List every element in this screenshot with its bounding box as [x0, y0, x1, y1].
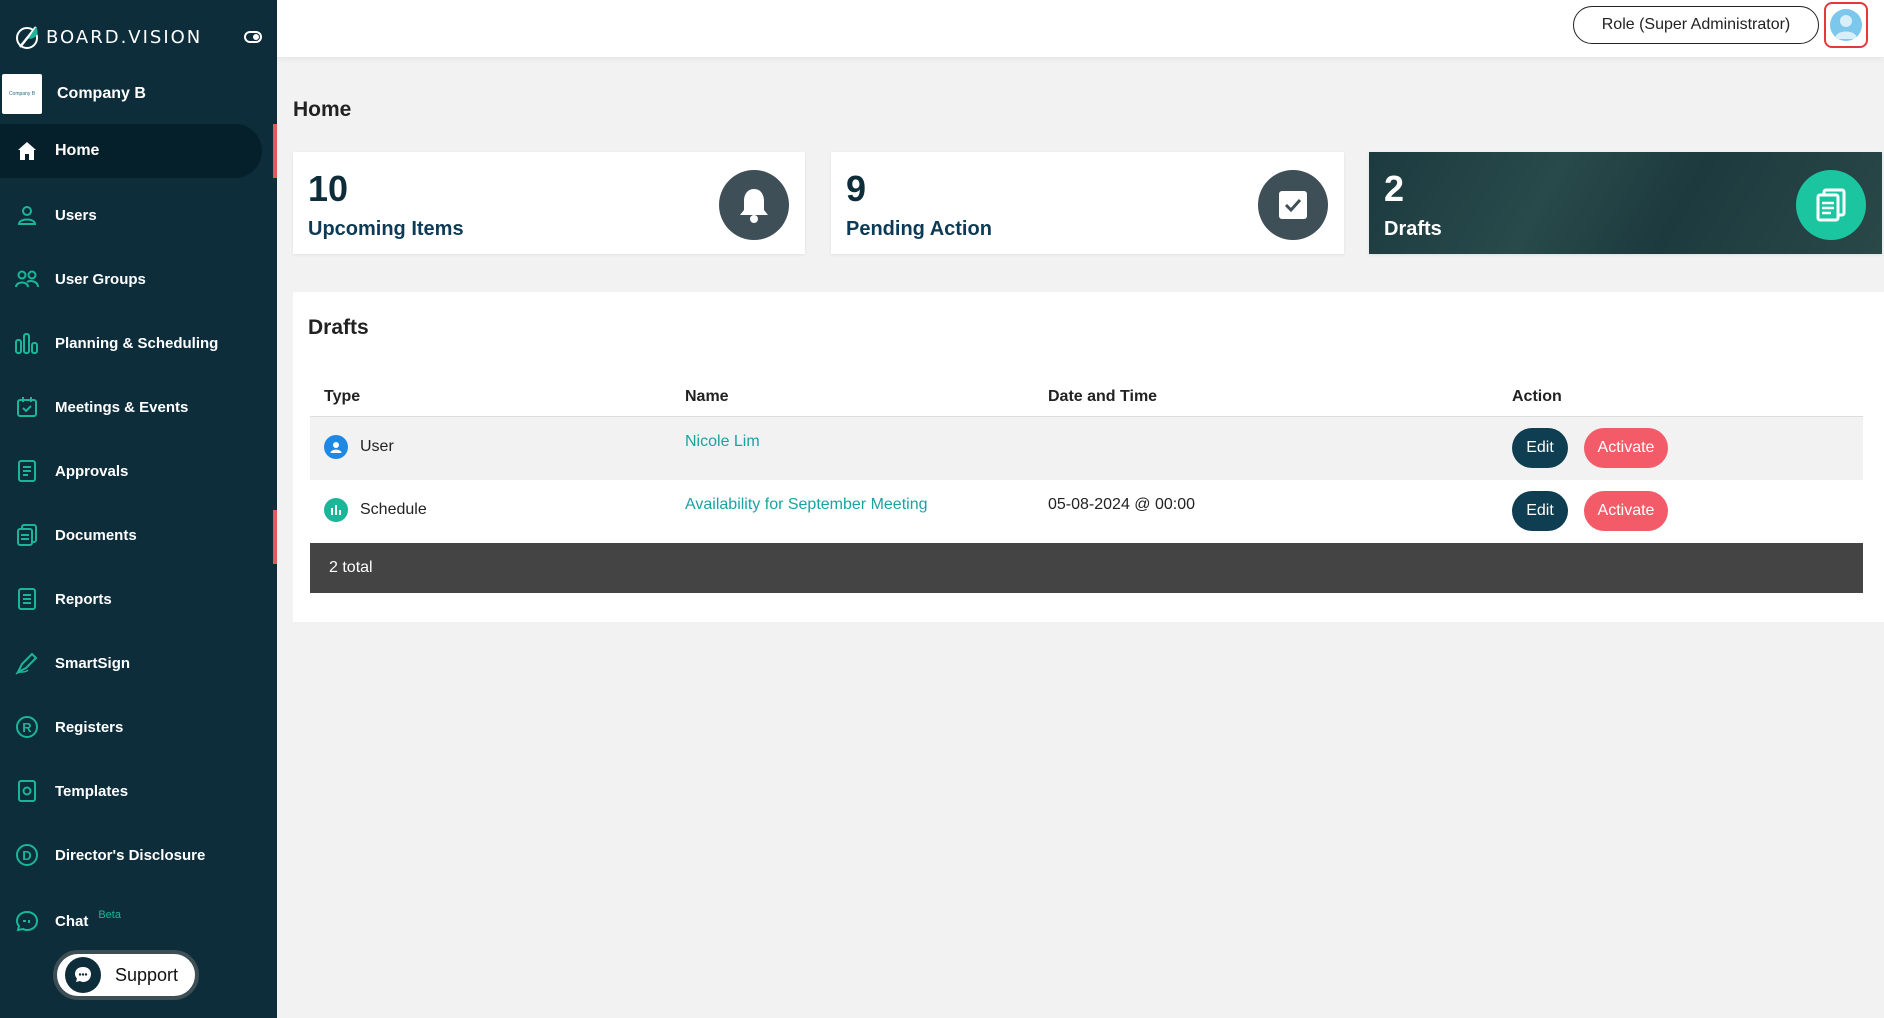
brand-name: BOARD.VISION [46, 26, 203, 48]
sidebar-item-label: Reports [55, 590, 112, 608]
edit-button[interactable]: Edit [1512, 491, 1568, 531]
type-cell: Schedule [324, 498, 427, 522]
sidebar-item-label: User Groups [55, 270, 146, 288]
pending-action-card[interactable]: 9 Pending Action [831, 152, 1344, 254]
company-logo: Company B [2, 74, 42, 114]
column-name: Name [685, 388, 729, 405]
documents-icon [14, 522, 40, 548]
active-marker [273, 510, 277, 564]
beta-badge: Beta [98, 909, 121, 921]
sidebar-item-label: Director's Disclosure [55, 846, 206, 864]
sidebar-item-label: SmartSign [55, 654, 131, 672]
edit-button[interactable]: Edit [1512, 428, 1568, 468]
profile-button[interactable] [1824, 2, 1868, 48]
sidebar-toggle[interactable] [244, 31, 262, 43]
drafts-panel: Drafts Type Name Date and Time Action Us… [293, 292, 1884, 622]
sidebar-item-label: Documents [55, 526, 137, 544]
sidebar-item-registers[interactable]: R Registers [0, 700, 262, 754]
card-label: Drafts [1384, 218, 1442, 240]
topbar: Role (Super Administrator) [277, 0, 1884, 57]
draft-name-link[interactable]: Nicole Lim [685, 433, 760, 451]
sidebar-item-label: Meetings & Events [55, 398, 189, 416]
sidebar-item-directors-disclosure[interactable]: D Director's Disclosure [0, 828, 262, 882]
type-label: User [360, 438, 394, 456]
type-cell: User [324, 435, 394, 459]
sidebar-item-smartsign[interactable]: SmartSign [0, 636, 262, 690]
sidebar-item-documents[interactable]: Documents [0, 508, 262, 562]
datetime-cell: 05-08-2024 @ 00:00 [1048, 496, 1196, 513]
sidebar-item-label: Registers [55, 718, 124, 736]
card-count: 9 [846, 168, 867, 209]
user-circle-icon [324, 435, 348, 459]
drafts-title: Drafts [308, 316, 369, 339]
svg-text:D: D [22, 848, 31, 863]
support-button[interactable]: Support [53, 950, 199, 1000]
column-type: Type [324, 388, 361, 405]
bell-icon [719, 170, 789, 240]
user-icon [14, 202, 40, 228]
sidebar-item-planning-scheduling[interactable]: Planning & Scheduling [0, 316, 262, 370]
brand-logo[interactable]: BOARD.VISION [14, 20, 202, 54]
sidebar-item-user-groups[interactable]: User Groups [0, 252, 262, 306]
approval-document-icon [14, 458, 40, 484]
drafts-table: Type Name Date and Time Action User Nico… [310, 374, 1863, 593]
template-icon [14, 778, 40, 804]
leaf-feather-icon [16, 26, 38, 49]
sidebar-item-meetings-events[interactable]: Meetings & Events [0, 380, 262, 434]
chat-bubble-icon [14, 908, 40, 934]
sidebar-item-templates[interactable]: Templates [0, 764, 262, 818]
company-name: Company B [57, 85, 146, 102]
upcoming-items-card[interactable]: 10 Upcoming Items [293, 152, 805, 254]
svg-text:R: R [22, 720, 32, 735]
report-list-icon [14, 586, 40, 612]
card-count: 10 [308, 168, 349, 209]
company-switcher[interactable]: Company B Company B [2, 74, 146, 114]
drafts-icon [1796, 170, 1866, 240]
sidebar-item-chat[interactable]: Chat Beta [0, 894, 262, 948]
page-title: Home [293, 98, 352, 121]
home-icon [14, 138, 40, 164]
sidebar-item-home[interactable]: Home [0, 124, 262, 178]
active-marker [273, 124, 277, 178]
role-button[interactable]: Role (Super Administrator) [1573, 6, 1819, 44]
activate-button[interactable]: Activate [1584, 428, 1668, 468]
type-label: Schedule [360, 501, 427, 519]
user-avatar-icon [1830, 9, 1862, 41]
sidebar-item-reports[interactable]: Reports [0, 572, 262, 626]
table-row: User Nicole Lim Edit Activate [310, 417, 1863, 480]
activate-button[interactable]: Activate [1584, 491, 1668, 531]
table-footer: 2 total [310, 543, 1863, 593]
column-action: Action [1512, 388, 1562, 405]
table-row: Schedule Availability for September Meet… [310, 480, 1863, 543]
total-count: 2 total [329, 559, 373, 576]
column-date-time: Date and Time [1048, 388, 1158, 405]
schedule-chart-icon [324, 498, 348, 522]
registered-r-icon: R [14, 714, 40, 740]
sidebar-item-approvals[interactable]: Approvals [0, 444, 262, 498]
sidebar-item-label: Approvals [55, 462, 129, 480]
support-chat-icon [65, 957, 101, 993]
draft-name-link[interactable]: Availability for September Meeting [685, 496, 928, 514]
drafts-card[interactable]: 2 Drafts [1369, 152, 1882, 254]
calendar-check-icon [14, 394, 40, 420]
user-group-icon [14, 266, 40, 292]
sidebar-item-users[interactable]: Users [0, 188, 262, 242]
bar-chart-icon [14, 330, 40, 356]
checkbox-icon [1258, 170, 1328, 240]
sidebar-item-label: Home [55, 142, 100, 159]
card-label: Upcoming Items [308, 218, 464, 240]
support-label: Support [115, 964, 179, 985]
sidebar-item-label: Chat [55, 912, 89, 930]
card-label: Pending Action [846, 218, 992, 240]
card-count: 2 [1384, 168, 1405, 209]
sidebar-item-label: Users [55, 206, 97, 224]
sidebar-item-label: Planning & Scheduling [55, 334, 219, 352]
pen-icon [14, 650, 40, 676]
sidebar-item-label: Templates [55, 782, 129, 800]
disclosure-d-icon: D [14, 842, 40, 868]
sidebar: BOARD.VISION Company B Company B Home Us… [0, 0, 277, 1018]
table-header: Type Name Date and Time Action [310, 374, 1863, 417]
